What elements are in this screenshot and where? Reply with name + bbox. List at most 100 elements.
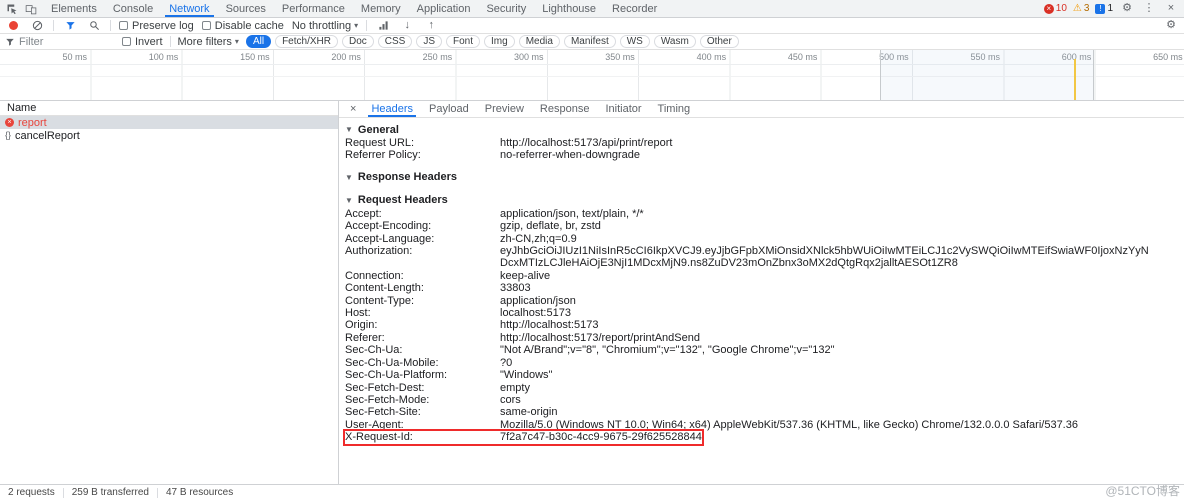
header-name: Accept-Language: [345, 232, 435, 245]
preserve-log-label: Preserve log [132, 19, 194, 32]
request-type-chip[interactable]: All [245, 35, 272, 48]
toggle-device-toolbar-icon[interactable] [23, 2, 39, 16]
error-badge[interactable]: × 10 [1043, 3, 1067, 14]
invert-label: Invert [135, 35, 163, 48]
funnel-icon [6, 38, 14, 46]
request-type-chip[interactable]: WS [619, 35, 650, 48]
request-type-chip[interactable]: Img [484, 35, 515, 48]
detail-tab[interactable]: Headers [363, 101, 421, 117]
header-value: same-origin [500, 406, 558, 419]
filter-toggle-icon[interactable] [62, 19, 78, 33]
request-type-chip[interactable]: Other [699, 35, 739, 48]
request-row[interactable]: × report [0, 116, 338, 129]
header-value: localhost:5173 [500, 307, 571, 320]
header-row: Connection: keep-alive [345, 270, 550, 282]
request-row[interactable]: {} cancelReport [0, 129, 338, 142]
header-value: http://localhost:5173 [500, 319, 599, 332]
detail-tab[interactable]: Timing [650, 101, 699, 117]
header-value: 7f2a7c47-b30c-4cc9-9675-29f625528844 [500, 431, 702, 444]
warning-badge[interactable]: ⚠ 3 [1073, 3, 1090, 14]
export-har-icon[interactable]: ↑ [423, 19, 439, 33]
devtools-tab[interactable]: Sources [218, 0, 274, 17]
clear-network-log-button[interactable] [29, 19, 45, 33]
chip-label: Wasm [660, 36, 689, 47]
issues-badge[interactable]: ! 1 [1095, 3, 1113, 14]
detail-tab[interactable]: Preview [477, 101, 532, 117]
devtools-tab[interactable]: Network [161, 0, 217, 17]
request-type-chip[interactable]: JS [416, 35, 442, 48]
filter-input[interactable] [19, 35, 115, 48]
request-type-chip[interactable]: Media [518, 35, 560, 48]
kebab-menu-icon[interactable]: ⋮ [1141, 2, 1157, 16]
throttling-dropdown[interactable]: No throttling ▾ [292, 20, 358, 32]
settings-gear-icon[interactable]: ⚙ [1119, 2, 1135, 16]
filter-input-wrap [5, 35, 115, 48]
disable-cache-checkbox[interactable]: Disable cache [201, 20, 284, 32]
request-type-chip[interactable]: Fetch/XHR [275, 35, 338, 48]
chip-label: CSS [384, 36, 406, 47]
detail-tab[interactable]: Response [532, 101, 598, 117]
request-type-chip[interactable]: Wasm [653, 35, 696, 48]
network-toolbar: Preserve log Disable cache No throttling… [0, 18, 1184, 34]
header-name: Accept-Encoding: [345, 220, 432, 233]
header-row: Request URL: http://localhost:5173/api/p… [345, 137, 672, 149]
request-rows: × report {} cancelReport [0, 116, 338, 142]
header-row: Origin: http://localhost:5173 [345, 319, 598, 331]
header-name: Accept: [345, 207, 382, 220]
invert-checkbox[interactable]: Invert [122, 36, 163, 48]
devtools-tab[interactable]: Application [409, 0, 479, 17]
request-type-chips: All Fetch/XHR Doc CSS JS Font Img Media … [245, 35, 739, 48]
header-name: Sec-Fetch-Mode: [345, 393, 430, 406]
header-row: Sec-Ch-Ua-Platform: "Windows" [345, 369, 552, 381]
timeline-tick-label: 100 ms [148, 52, 179, 62]
network-settings-gear-icon[interactable]: ⚙ [1163, 19, 1179, 33]
detail-tab-label: Payload [429, 103, 469, 115]
close-details-icon[interactable]: × [343, 101, 363, 117]
devtools-tab[interactable]: Elements [43, 0, 105, 17]
chip-label: Fetch/XHR [282, 36, 331, 47]
timeline-selection-window[interactable] [880, 50, 1094, 100]
header-row: Sec-Fetch-Mode: cors [345, 394, 521, 406]
request-headers-section-header[interactable]: ▼ Request Headers [345, 193, 1174, 208]
close-devtools-icon[interactable]: × [1163, 2, 1179, 16]
timeline-tick-label: 450 ms [787, 52, 818, 62]
triangle-down-icon: ▼ [345, 172, 353, 182]
devtools-tab[interactable]: Recorder [604, 0, 665, 17]
inspect-element-icon[interactable] [4, 2, 20, 16]
warning-icon: ⚠ [1072, 2, 1082, 14]
request-type-chip[interactable]: CSS [377, 35, 413, 48]
request-type-chip[interactable]: Manifest [563, 35, 616, 48]
devtools-tab[interactable]: Memory [353, 0, 409, 17]
response-headers-section-header[interactable]: ▼ Response Headers [345, 170, 1174, 185]
general-section-header[interactable]: ▼ General [345, 122, 1174, 137]
chip-label: Img [491, 36, 508, 47]
network-overview-timeline[interactable]: 50 ms 100 ms 150 ms 200 ms 250 ms 300 ms… [0, 50, 1184, 101]
devtools-tab[interactable]: Lighthouse [534, 0, 604, 17]
devtools-tab[interactable]: Console [105, 0, 161, 17]
network-content: Name × report {} cancelReport × Headers … [0, 101, 1184, 484]
detail-tab-strip: Headers Payload Preview Response Initiat… [363, 101, 698, 117]
network-conditions-icon[interactable] [375, 19, 391, 33]
preserve-log-checkbox[interactable]: Preserve log [119, 20, 194, 32]
chevron-down-icon: ▾ [234, 37, 239, 46]
detail-tab[interactable]: Payload [421, 101, 477, 117]
more-filters-dropdown[interactable]: More filters ▾ [178, 36, 239, 48]
devtools-tab[interactable]: Performance [274, 0, 353, 17]
name-header-label: Name [7, 102, 37, 114]
detail-tab[interactable]: Initiator [597, 101, 649, 117]
timeline-tick-label: 650 ms [1153, 52, 1183, 62]
devtools-tab[interactable]: Security [478, 0, 534, 17]
chip-label: Manifest [570, 36, 609, 47]
response-headers-section: ▼ Response Headers [345, 170, 1174, 185]
status-bar-item: 47 B resources [165, 487, 234, 498]
timeline-tick-label: 300 ms [513, 52, 544, 62]
search-icon[interactable] [86, 19, 102, 33]
import-har-icon[interactable]: ↓ [399, 19, 415, 33]
request-type-chip[interactable]: Doc [341, 35, 374, 48]
record-network-log-button[interactable] [5, 19, 21, 33]
header-name: X-Request-Id: [345, 431, 413, 444]
section-title-label: Response Headers [357, 171, 457, 184]
name-column-header[interactable]: Name [0, 101, 338, 116]
request-type-chip[interactable]: Font [446, 35, 481, 48]
checkbox-icon [119, 21, 128, 30]
